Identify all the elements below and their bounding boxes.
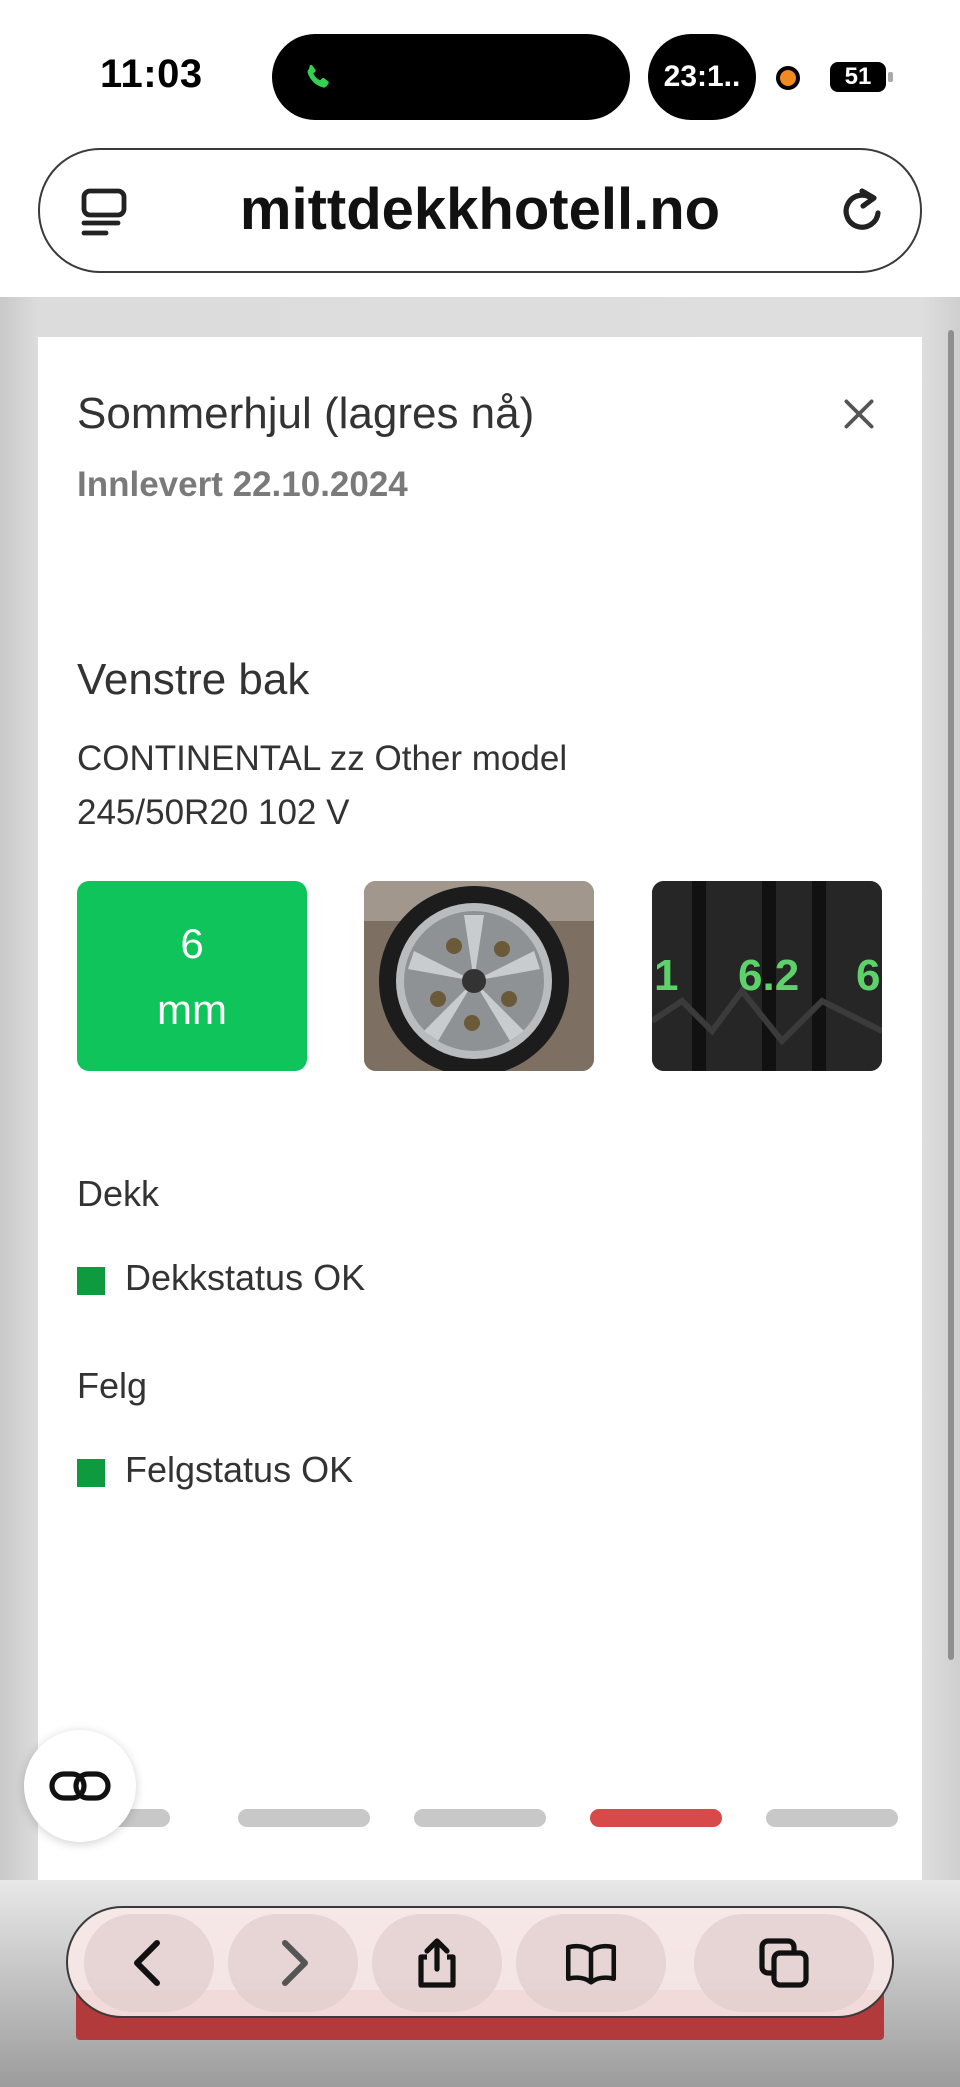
- battery-cap: [888, 72, 893, 82]
- tread-reading-right: 6: [856, 951, 881, 1000]
- pagination-dot[interactable]: [414, 1809, 546, 1827]
- pagination-dot[interactable]: [766, 1809, 898, 1827]
- reader-button[interactable]: [24, 1730, 136, 1842]
- bookmarks-button[interactable]: [516, 1914, 666, 2012]
- rim-section-label: Felg: [77, 1365, 148, 1406]
- tread-depth-badge: 6 mm: [77, 881, 307, 1071]
- share-button[interactable]: [372, 1914, 502, 2012]
- reader-icon: [49, 1771, 111, 1801]
- share-icon: [418, 1938, 456, 1988]
- battery-indicator: 51: [830, 62, 886, 92]
- scrollbar[interactable]: [948, 330, 954, 1660]
- phone-icon: [307, 64, 329, 88]
- recording-indicator: [776, 66, 800, 90]
- pagination-dot[interactable]: [238, 1809, 370, 1827]
- back-icon: [134, 1940, 160, 1986]
- tabs-overview-button[interactable]: [694, 1914, 874, 2012]
- forward-icon: [282, 1940, 308, 1986]
- tread-measure-photo[interactable]: 1 6.2 6: [652, 881, 882, 1071]
- status-ok-indicator: [77, 1267, 105, 1295]
- tab-switch-icon: [759, 1938, 809, 1988]
- status-ok-indicator: [77, 1459, 105, 1487]
- tire-status-row: Dekkstatus OK: [77, 1257, 365, 1299]
- status-bar: 11:03 23:1.. 51: [0, 0, 960, 150]
- url-text[interactable]: mittdekkhotell.no: [40, 176, 920, 243]
- tire-brand-model: CONTINENTAL zz Other model: [77, 739, 568, 778]
- browser-toolbar: [66, 1906, 894, 2018]
- bookmarks-icon: [565, 1943, 617, 1985]
- tread-reading-left: 1: [654, 951, 679, 1000]
- wheel-detail-modal: Sommerhjul (lagres nå) Innlevert 22.10.2…: [38, 337, 922, 1887]
- wheel-image: [364, 881, 594, 1071]
- tread-depth-unit: mm: [157, 986, 227, 1033]
- tire-status-text: Dekkstatus OK: [125, 1257, 366, 1298]
- clock: 11:03: [100, 52, 203, 96]
- timer-pill[interactable]: 23:1..: [648, 34, 756, 120]
- rim-status-row: Felgstatus OK: [77, 1449, 353, 1491]
- delivered-date: Innlevert 22.10.2024: [77, 465, 408, 504]
- modal-title: Sommerhjul (lagres nå): [77, 389, 535, 438]
- tire-size: 245/50R20 102 V: [77, 793, 350, 832]
- close-icon[interactable]: [838, 393, 880, 435]
- tread-reading-center: 6.2: [738, 951, 800, 1000]
- reload-icon[interactable]: [834, 182, 890, 240]
- rim-status-text: Felgstatus OK: [125, 1449, 354, 1490]
- wheel-photo[interactable]: [364, 881, 594, 1071]
- address-bar[interactable]: mittdekkhotell.no: [38, 148, 922, 273]
- back-button[interactable]: [84, 1914, 214, 2012]
- tire-section-label: Dekk: [77, 1173, 160, 1214]
- tread-depth-value: 6: [180, 920, 204, 967]
- forward-button[interactable]: [228, 1914, 358, 2012]
- pagination-dot-active[interactable]: [590, 1809, 722, 1827]
- wheel-position-heading: Venstre bak: [77, 655, 310, 704]
